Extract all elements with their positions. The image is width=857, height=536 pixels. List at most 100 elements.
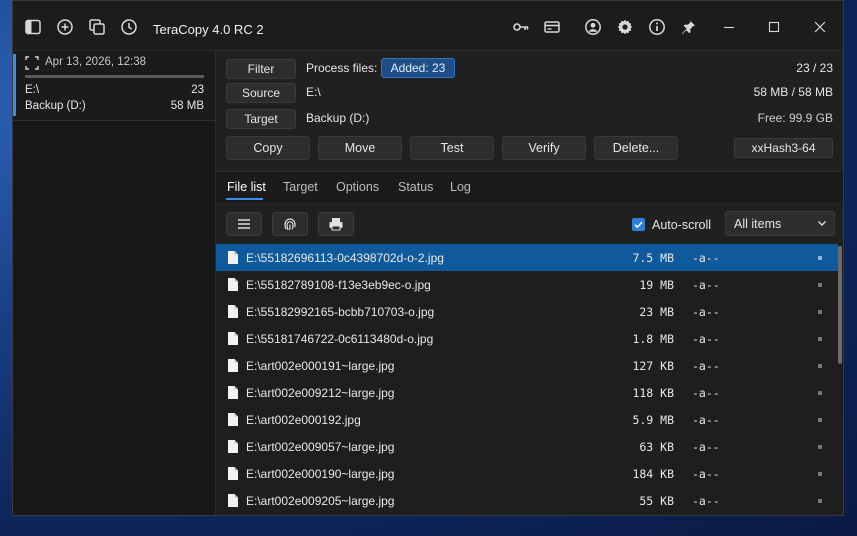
file-status-icon — [818, 283, 822, 287]
file-attributes: -a-- — [692, 440, 720, 454]
file-name: E:\art002e000191~large.jpg — [246, 359, 395, 373]
file-count-ratio: 23 / 23 — [796, 61, 833, 75]
job-status-icon — [25, 56, 39, 70]
file-row[interactable]: E:\55182696113-0c4398702d-o-2.jpg 7.5 MB -… — [216, 244, 838, 271]
tab-file-list[interactable]: File list — [227, 180, 266, 194]
file-size: 118 KB — [632, 386, 674, 400]
file-size: 19 MB — [639, 278, 674, 292]
file-status-icon — [818, 364, 822, 368]
file-size: 55 KB — [639, 494, 674, 508]
fingerprint-icon — [282, 216, 298, 232]
tab-bar: File list Target Options Status Log — [216, 171, 843, 202]
menu-button[interactable] — [226, 212, 262, 236]
print-button[interactable] — [318, 212, 354, 236]
tab-target[interactable]: Target — [283, 180, 318, 194]
file-size: 7.5 MB — [632, 251, 674, 265]
print-icon — [328, 216, 344, 232]
info-icon[interactable] — [648, 18, 666, 36]
file-attributes: -a-- — [692, 467, 720, 481]
tab-log[interactable]: Log — [450, 180, 471, 194]
file-row[interactable]: E:\art002e000191~large.jpg 127 KB -a-- — [216, 352, 838, 379]
file-icon — [228, 440, 238, 453]
autoscroll-checkbox[interactable] — [632, 218, 645, 231]
scrollbar-thumb[interactable] — [838, 246, 842, 364]
minimize-icon[interactable] — [720, 18, 738, 36]
file-icon — [228, 413, 238, 426]
file-attributes: -a-- — [692, 278, 720, 292]
file-size: 184 KB — [632, 467, 674, 481]
copy-button[interactable]: Copy — [226, 136, 310, 160]
file-attributes: -a-- — [692, 359, 720, 373]
pin-icon[interactable] — [679, 18, 697, 36]
file-row[interactable]: E:\art002e000192.jpg 5.9 MB -a-- — [216, 406, 838, 433]
file-attributes: -a-- — [692, 305, 720, 319]
file-icon — [228, 332, 238, 345]
file-row[interactable]: E:\art002e009205~large.jpg 55 KB -a-- — [216, 487, 838, 514]
tab-options[interactable]: Options — [336, 180, 379, 194]
file-icon — [228, 305, 238, 318]
file-status-icon — [818, 499, 822, 503]
job-target: Backup (D:) — [25, 100, 86, 112]
autoscroll-label[interactable]: Auto-scroll — [652, 218, 711, 232]
file-row[interactable]: E:\55182992165-bcbb710703-o.jpg 23 MB -a-- — [216, 298, 838, 325]
file-icon — [228, 467, 238, 480]
sidebar-toggle-icon[interactable] — [24, 18, 42, 36]
job-selected-indicator — [13, 54, 16, 116]
check-icon — [634, 221, 643, 229]
file-status-icon — [818, 445, 822, 449]
file-row[interactable]: E:\55181746722-0c6113480d-o.jpg 1.8 MB -a-… — [216, 325, 838, 352]
file-size: 23 MB — [639, 305, 674, 319]
window-title: TeraCopy 4.0 RC 2 — [153, 22, 264, 37]
menu-icon — [236, 216, 252, 232]
size-ratio: 58 MB / 58 MB — [753, 85, 833, 99]
file-list-toolbar: Auto-scroll All items — [216, 202, 843, 242]
items-filter-select[interactable]: All items — [725, 211, 835, 236]
move-button[interactable]: Move — [318, 136, 402, 160]
fingerprint-button[interactable] — [272, 212, 308, 236]
key-icon[interactable] — [512, 18, 530, 36]
job-progress-bar — [25, 75, 204, 78]
added-badge[interactable]: Added: 23 — [381, 58, 455, 78]
file-name: E:\art002e000190~large.jpg — [246, 467, 395, 481]
file-size: 63 KB — [639, 440, 674, 454]
teracopy-window: TeraCopy 4.0 RC 2 Apr 13, 2026, 12:38 E:… — [12, 0, 844, 516]
account-icon[interactable] — [584, 18, 602, 36]
file-row[interactable]: E:\55182789108-f13e3eb9ec-o.jpg 19 MB -a-- — [216, 271, 838, 298]
filter-button[interactable]: Filter — [226, 59, 296, 79]
free-space: Free: 99.9 GB — [757, 111, 833, 125]
file-size: 127 KB — [632, 359, 674, 373]
settings-icon[interactable] — [616, 18, 634, 36]
jobs-sidebar: Apr 13, 2026, 12:38 E:\ 23 Backup (D:) 5… — [13, 51, 216, 515]
file-status-icon — [818, 310, 822, 314]
file-name: E:\55181746722-0c6113480d-o.jpg — [246, 332, 434, 346]
file-name: E:\art002e000192.jpg — [246, 413, 361, 427]
test-button[interactable]: Test — [410, 136, 494, 160]
card-icon[interactable] — [543, 18, 561, 36]
delete-button[interactable]: Delete... — [594, 136, 678, 160]
main-panel: Filter Process files: Added: 23 23 / 23 … — [216, 51, 843, 515]
file-name: E:\art002e009205~large.jpg — [246, 494, 395, 508]
close-icon[interactable] — [811, 18, 829, 36]
process-files-label: Process files: — [306, 61, 378, 75]
file-icon — [228, 494, 238, 507]
tab-status[interactable]: Status — [398, 180, 433, 194]
copy-windows-icon[interactable] — [88, 18, 106, 36]
job-date: Apr 13, 2026, 12:38 — [45, 56, 147, 68]
maximize-icon[interactable] — [765, 18, 783, 36]
target-button[interactable]: Target — [226, 109, 296, 129]
file-icon — [228, 359, 238, 372]
file-row[interactable]: E:\art002e009057~large.jpg 63 KB -a-- — [216, 433, 838, 460]
file-status-icon — [818, 472, 822, 476]
file-attributes: -a-- — [692, 386, 720, 400]
verify-button[interactable]: Verify — [502, 136, 586, 160]
file-list: E:\art002e009205~large.jpg 55 KB -a-- E:\ar… — [216, 244, 843, 515]
file-row[interactable]: E:\art002e009212~large.jpg 118 KB -a-- — [216, 379, 838, 406]
job-item[interactable]: Apr 13, 2026, 12:38 E:\ 23 Backup (D:) 5… — [13, 51, 215, 121]
history-icon[interactable] — [120, 18, 138, 36]
job-source: E:\ — [25, 84, 40, 96]
add-icon[interactable] — [56, 18, 74, 36]
file-row[interactable]: E:\art002e000190~large.jpg 184 KB -a-- — [216, 460, 838, 487]
source-button[interactable]: Source — [226, 83, 296, 103]
job-size: 58 MB — [170, 100, 204, 112]
hash-algorithm-button[interactable]: xxHash3-64 — [734, 138, 833, 158]
